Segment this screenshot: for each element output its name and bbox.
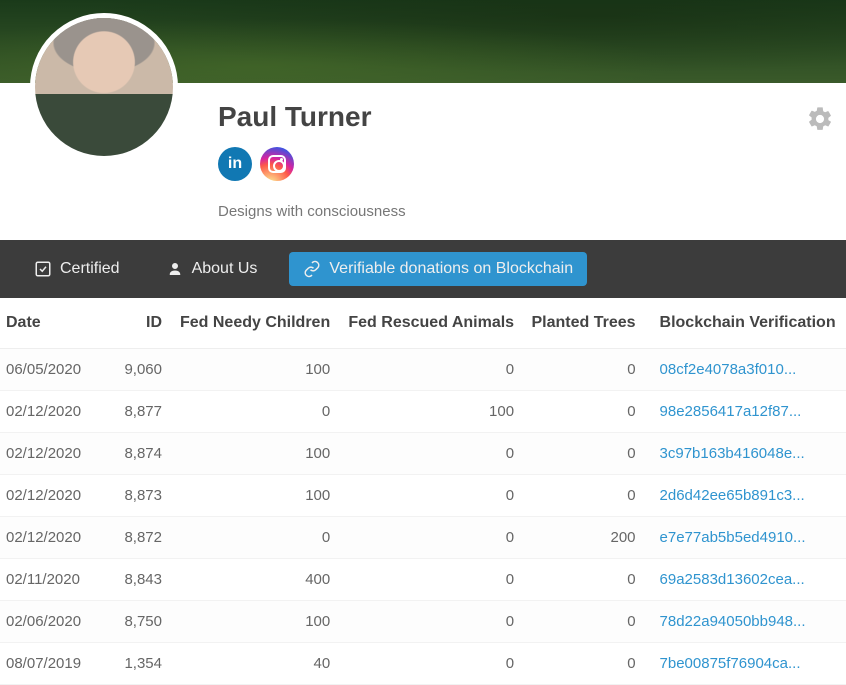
settings-button[interactable] [806, 105, 834, 133]
cell-trees: 200 [522, 517, 643, 559]
table-row: 02/12/20208,87200200e7e77ab5b5ed4910... [0, 517, 846, 559]
hash-link[interactable]: 7be00875f76904ca... [660, 655, 801, 672]
avatar[interactable] [30, 13, 178, 161]
hash-link[interactable]: 3c97b163b416048e... [660, 445, 805, 462]
cell-animals: 0 [338, 517, 522, 559]
cell-animals: 0 [338, 601, 522, 643]
cell-hash: 3c97b163b416048e... [644, 433, 846, 475]
tab-bar: Certified About Us Verifiable donations … [0, 240, 846, 298]
cell-animals: 100 [338, 391, 522, 433]
hash-link[interactable]: 78d22a94050bb948... [660, 613, 806, 630]
cell-date: 02/12/2020 [0, 475, 95, 517]
cell-animals: 0 [338, 559, 522, 601]
tab-about-label: About Us [192, 260, 258, 278]
hash-link[interactable]: 69a2583d13602cea... [660, 571, 805, 588]
gear-icon [806, 105, 834, 133]
cell-trees: 0 [522, 559, 643, 601]
instagram-button[interactable] [260, 147, 294, 181]
cell-id: 8,843 [95, 559, 170, 601]
user-icon [166, 260, 184, 278]
hash-link[interactable]: 2d6d42ee65b891c3... [660, 487, 805, 504]
cell-hash: 69a2583d13602cea... [644, 559, 846, 601]
col-id: ID [95, 298, 170, 349]
cell-children: 0 [170, 517, 338, 559]
cell-hash: 7be00875f76904ca... [644, 643, 846, 685]
cell-date: 02/12/2020 [0, 433, 95, 475]
tab-donations[interactable]: Verifiable donations on Blockchain [289, 252, 587, 286]
cell-children: 100 [170, 433, 338, 475]
tab-donations-label: Verifiable donations on Blockchain [329, 260, 573, 278]
check-square-icon [34, 260, 52, 278]
cell-trees: 0 [522, 475, 643, 517]
cell-id: 1,354 [95, 643, 170, 685]
col-trees: Planted Trees [522, 298, 643, 349]
linkedin-icon: in [228, 155, 242, 173]
linkedin-button[interactable]: in [218, 147, 252, 181]
tab-certified-label: Certified [60, 260, 120, 278]
donations-table: Date ID Fed Needy Children Fed Rescued A… [0, 298, 846, 685]
cell-children: 40 [170, 643, 338, 685]
cell-date: 06/05/2020 [0, 349, 95, 391]
table-row: 08/07/20191,35440007be00875f76904ca... [0, 643, 846, 685]
table-row: 02/12/20208,8770100098e2856417a12f87... [0, 391, 846, 433]
hash-link[interactable]: 98e2856417a12f87... [660, 403, 802, 420]
profile-section: Paul Turner in Designs with consciousnes… [0, 83, 846, 240]
cell-animals: 0 [338, 349, 522, 391]
cell-hash: 78d22a94050bb948... [644, 601, 846, 643]
cell-children: 100 [170, 601, 338, 643]
cell-trees: 0 [522, 601, 643, 643]
col-animals: Fed Rescued Animals [338, 298, 522, 349]
instagram-icon [268, 155, 286, 173]
cell-trees: 0 [522, 643, 643, 685]
table-row: 06/05/20209,0601000008cf2e4078a3f010... [0, 349, 846, 391]
link-icon [303, 260, 321, 278]
cell-date: 02/11/2020 [0, 559, 95, 601]
hash-link[interactable]: e7e77ab5b5ed4910... [660, 529, 806, 546]
tab-about-us[interactable]: About Us [152, 252, 272, 286]
table-row: 02/06/20208,7501000078d22a94050bb948... [0, 601, 846, 643]
table-row: 02/12/20208,874100003c97b163b416048e... [0, 433, 846, 475]
hash-link[interactable]: 08cf2e4078a3f010... [660, 361, 797, 378]
tab-certified[interactable]: Certified [20, 252, 134, 286]
cell-hash: e7e77ab5b5ed4910... [644, 517, 846, 559]
cell-children: 100 [170, 475, 338, 517]
cell-id: 8,872 [95, 517, 170, 559]
col-verification: Blockchain Verification [644, 298, 846, 349]
cell-trees: 0 [522, 391, 643, 433]
cell-date: 02/12/2020 [0, 517, 95, 559]
cell-animals: 0 [338, 475, 522, 517]
table-row: 02/12/20208,873100002d6d42ee65b891c3... [0, 475, 846, 517]
cell-id: 8,873 [95, 475, 170, 517]
cell-children: 0 [170, 391, 338, 433]
cell-id: 8,874 [95, 433, 170, 475]
profile-name: Paul Turner [218, 101, 826, 133]
cell-trees: 0 [522, 349, 643, 391]
cell-animals: 0 [338, 643, 522, 685]
table-row: 02/11/20208,8434000069a2583d13602cea... [0, 559, 846, 601]
cell-trees: 0 [522, 433, 643, 475]
cell-date: 08/07/2019 [0, 643, 95, 685]
cell-hash: 2d6d42ee65b891c3... [644, 475, 846, 517]
cell-date: 02/12/2020 [0, 391, 95, 433]
cell-id: 8,750 [95, 601, 170, 643]
cell-children: 100 [170, 349, 338, 391]
cell-date: 02/06/2020 [0, 601, 95, 643]
cell-id: 8,877 [95, 391, 170, 433]
col-children: Fed Needy Children [170, 298, 338, 349]
cell-hash: 98e2856417a12f87... [644, 391, 846, 433]
col-date: Date [0, 298, 95, 349]
profile-tagline: Designs with consciousness [218, 203, 826, 220]
cell-id: 9,060 [95, 349, 170, 391]
avatar-image [35, 18, 173, 156]
cell-animals: 0 [338, 433, 522, 475]
cell-hash: 08cf2e4078a3f010... [644, 349, 846, 391]
cell-children: 400 [170, 559, 338, 601]
